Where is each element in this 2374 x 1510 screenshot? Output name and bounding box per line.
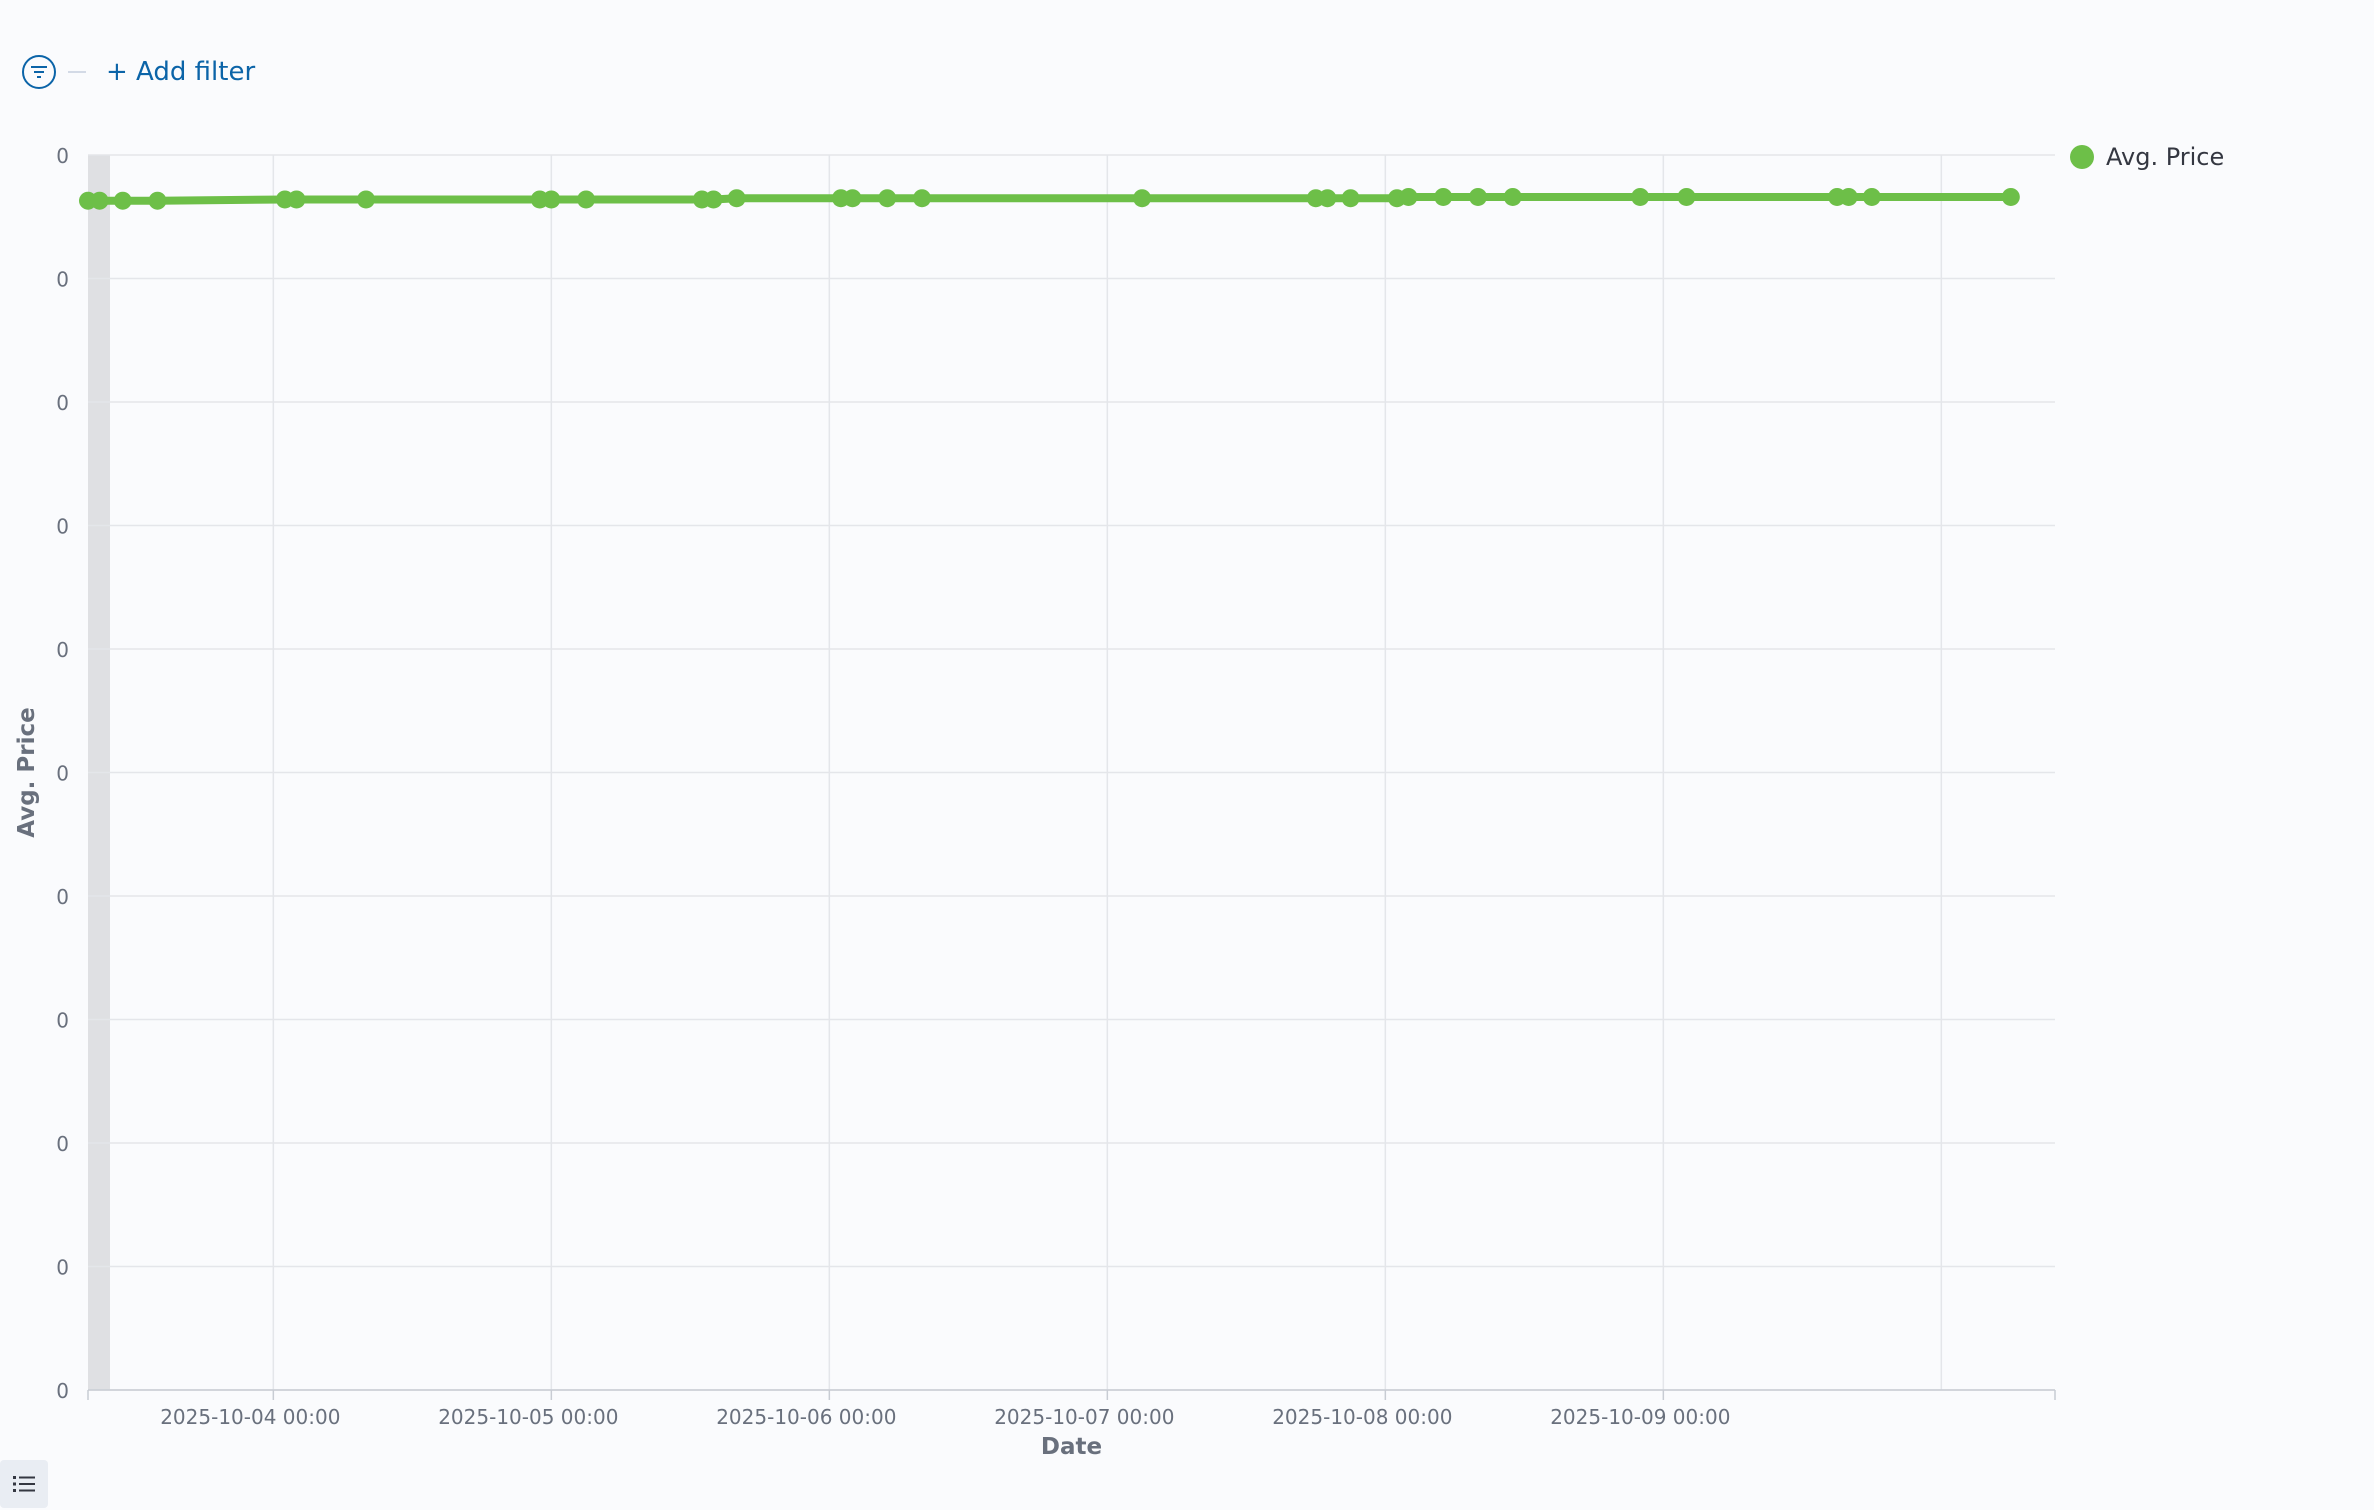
- x-tick-label: 2025-10-07 00:00: [994, 1405, 1174, 1429]
- data-point[interactable]: [1677, 187, 1696, 206]
- legend-toggle-button[interactable]: [0, 1460, 48, 1508]
- x-tick-label: 2025-10-09 00:00: [1550, 1405, 1730, 1429]
- data-point[interactable]: [90, 191, 109, 210]
- data-point[interactable]: [1631, 187, 1650, 206]
- data-point[interactable]: [913, 189, 931, 208]
- y-tick-label: 0: [56, 885, 69, 909]
- data-point[interactable]: [287, 190, 306, 209]
- data-point[interactable]: [1434, 187, 1453, 206]
- data-point[interactable]: [1399, 187, 1418, 206]
- data-point[interactable]: [1862, 187, 1881, 206]
- data-point[interactable]: [704, 190, 723, 209]
- data-point[interactable]: [1839, 187, 1858, 206]
- y-tick-label: 0: [56, 638, 69, 662]
- y-tick-label: 0: [56, 268, 69, 292]
- data-point[interactable]: [843, 189, 862, 208]
- y-tick-label: 0: [56, 1256, 69, 1280]
- series-line: [84, 192, 2015, 205]
- data-point[interactable]: [878, 189, 897, 208]
- y-tick-label: 0: [56, 515, 69, 539]
- x-tick-label: 2025-10-06 00:00: [716, 1405, 896, 1429]
- y-axis-title: Avg. Price: [14, 707, 40, 838]
- y-tick-label: 0: [56, 1379, 69, 1403]
- list-icon: [13, 1476, 35, 1492]
- data-point[interactable]: [542, 190, 561, 209]
- y-tick-label: 0: [56, 1009, 69, 1033]
- data-point[interactable]: [2001, 187, 2020, 206]
- data-point[interactable]: [727, 189, 746, 208]
- y-tick-label: 0: [56, 762, 69, 786]
- data-point[interactable]: [1503, 187, 1522, 206]
- y-tick-label: 0: [56, 391, 69, 415]
- x-tick-label: 2025-10-08 00:00: [1272, 1405, 1452, 1429]
- y-tick-label: 0: [56, 1132, 69, 1156]
- data-point[interactable]: [148, 191, 167, 210]
- data-point[interactable]: [357, 190, 375, 209]
- line-chart: 0 0 0 0 0 0 0 0 0 0 0 2025-10-04 00:00 2025-10-05 00…: [14, 144, 2056, 1460]
- x-axis-title: Date: [1041, 1434, 1102, 1460]
- y-tick-label: 0: [56, 144, 69, 168]
- x-tick-label: 2025-10-05 00:00: [438, 1405, 618, 1429]
- data-point[interactable]: [1133, 189, 1152, 208]
- data-point[interactable]: [113, 191, 132, 210]
- data-point[interactable]: [577, 190, 596, 209]
- data-point[interactable]: [1469, 187, 1487, 206]
- x-tick-label: 2025-10-04 00:00: [160, 1405, 340, 1429]
- data-point[interactable]: [1318, 189, 1337, 208]
- data-point[interactable]: [1341, 189, 1360, 208]
